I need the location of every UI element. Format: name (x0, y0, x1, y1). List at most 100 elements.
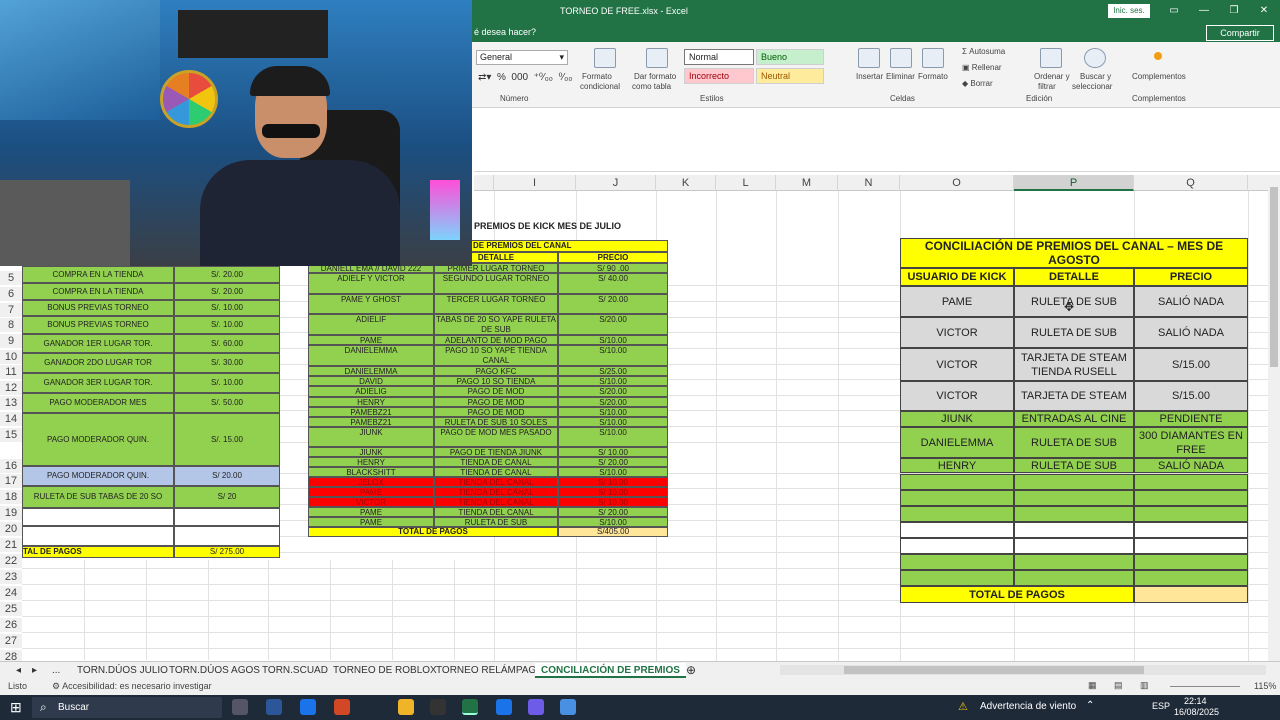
row-header[interactable]: 16 (0, 459, 22, 473)
right-empty-cell[interactable] (1014, 554, 1134, 570)
conditional-format-icon[interactable] (594, 48, 616, 68)
delete-icon[interactable] (890, 48, 912, 68)
right-row-precio[interactable]: S/15.00 (1134, 381, 1248, 411)
row-header[interactable]: 13 (0, 396, 22, 410)
tab-torn-scuad[interactable]: TORN.SCUAD (262, 663, 328, 678)
tab-torneo-relampago[interactable]: TORNEO RELÁMPAGO (436, 663, 544, 678)
column-header[interactable]: K (656, 175, 716, 191)
tab-conciliacion-premios[interactable]: CONCILIACIÓN DE PREMIOS (535, 663, 686, 678)
row-header[interactable]: 22 (0, 554, 22, 568)
vertical-scroll-thumb[interactable] (1270, 187, 1278, 367)
right-row-user[interactable]: JIUNK (900, 411, 1014, 427)
right-empty-cell[interactable] (1134, 490, 1248, 506)
right-empty-cell[interactable] (1014, 474, 1134, 490)
clear-button[interactable]: ◆ Borrar (962, 79, 993, 88)
row-header[interactable]: 19 (0, 506, 22, 520)
row-header[interactable]: 20 (0, 522, 22, 536)
column-header-selected[interactable]: P (1014, 175, 1134, 191)
row-header[interactable]: 10 (0, 350, 22, 364)
right-empty-cell[interactable] (1014, 490, 1134, 506)
right-header-detalle[interactable]: DETALLE (1014, 268, 1134, 286)
right-row-detalle[interactable]: RULETA DE SUB (1014, 427, 1134, 458)
right-empty-cell[interactable] (900, 554, 1014, 570)
tab-torn-duos-agos[interactable]: TORN.DÚOS AGOS (169, 663, 260, 678)
column-header-h[interactable] (474, 175, 494, 191)
format-table-icon[interactable] (646, 48, 668, 68)
chrome-icon[interactable] (300, 699, 316, 715)
right-empty-cell[interactable] (1014, 506, 1134, 522)
right-empty-cell[interactable] (900, 570, 1014, 586)
zoom-slider[interactable] (1170, 686, 1240, 687)
right-total-label[interactable]: TOTAL DE PAGOS (900, 586, 1134, 603)
windows-start-icon[interactable]: ⊞ (10, 699, 22, 716)
style-normal[interactable]: Normal (684, 49, 754, 65)
number-format-select[interactable]: General ▾ (476, 50, 568, 65)
tab-torn-duos-julio[interactable]: TORN.DÚOS JULIO (77, 663, 168, 678)
right-row-user[interactable]: VICTOR (900, 317, 1014, 348)
row-header[interactable]: 18 (0, 490, 22, 504)
row-header[interactable]: 26 (0, 618, 22, 632)
row-header[interactable]: 15 (0, 428, 22, 442)
right-row-detalle[interactable]: RULETA DE SUB (1014, 317, 1134, 348)
excel-icon[interactable] (462, 699, 478, 715)
find-icon[interactable] (1084, 48, 1106, 68)
right-row-user[interactable]: PAME (900, 286, 1014, 317)
right-empty-cell[interactable] (1134, 522, 1248, 538)
right-header-precio[interactable]: PRECIO (1134, 268, 1248, 286)
column-header[interactable]: J (576, 175, 656, 191)
taskbar-search[interactable]: ⌕ Buscar (32, 697, 222, 718)
fill-button[interactable]: ▣ Rellenar (962, 63, 1002, 72)
right-empty-cell[interactable] (1134, 506, 1248, 522)
right-empty-cell[interactable] (1014, 538, 1134, 554)
zoom-level[interactable]: 115% (1254, 681, 1276, 691)
row-header[interactable]: 6 (0, 287, 22, 301)
column-header[interactable]: L (716, 175, 776, 191)
column-header[interactable]: O (900, 175, 1014, 191)
row-header[interactable]: 17 (0, 474, 22, 488)
horizontal-scroll-thumb[interactable] (844, 666, 1144, 674)
row-header[interactable]: 27 (0, 634, 22, 648)
right-row-user[interactable]: VICTOR (900, 348, 1014, 381)
column-header[interactable]: N (838, 175, 900, 191)
normal-view-icon[interactable]: ▦ (1088, 680, 1097, 691)
column-header[interactable]: M (776, 175, 838, 191)
sort-filter-icon[interactable] (1040, 48, 1062, 68)
clock-time[interactable]: 22:14 (1184, 696, 1207, 706)
right-empty-cell[interactable] (1134, 570, 1248, 586)
right-row-user[interactable]: HENRY (900, 458, 1014, 473)
right-row-detalle[interactable]: RULETA DE SUB (1014, 458, 1134, 473)
right-empty-cell[interactable] (900, 506, 1014, 522)
row-header[interactable]: 23 (0, 570, 22, 584)
sign-in-button[interactable]: Inic. ses. (1108, 4, 1150, 18)
style-incorrecto[interactable]: Incorrecto (684, 68, 754, 84)
app-icon[interactable] (528, 699, 544, 715)
tell-me-input[interactable]: é desea hacer? (474, 27, 536, 37)
chrome-2-icon[interactable] (496, 699, 512, 715)
ribbon-display-icon[interactable]: ▭ (1164, 3, 1184, 19)
right-empty-cell[interactable] (1134, 474, 1248, 490)
add-sheet-icon[interactable]: ⊕ (686, 663, 696, 678)
explorer-icon[interactable] (398, 699, 414, 715)
right-empty-cell[interactable] (900, 522, 1014, 538)
accessibility-status[interactable]: ⚙ Accesibilidad: es necesario investigar (52, 681, 212, 692)
tab-next-icon[interactable]: ▸ (32, 663, 37, 678)
right-row-user[interactable]: VICTOR (900, 381, 1014, 411)
page-layout-icon[interactable]: ▤ (1114, 680, 1123, 691)
addins-icon[interactable] (1154, 52, 1162, 60)
column-header[interactable]: Q (1134, 175, 1248, 191)
tray-chevron-icon[interactable]: ⌃ (1086, 700, 1094, 711)
right-empty-cell[interactable] (900, 538, 1014, 554)
right-empty-cell[interactable] (1134, 538, 1248, 554)
row-header[interactable]: 5 (0, 271, 22, 285)
insert-icon[interactable] (858, 48, 880, 68)
right-total-value[interactable] (1134, 586, 1248, 603)
row-header[interactable]: 8 (0, 318, 22, 332)
minimize-icon[interactable]: — (1194, 3, 1214, 19)
tab-prev-icon[interactable]: ◂ (16, 663, 21, 678)
obs-icon[interactable] (430, 699, 446, 715)
powerpoint-icon[interactable] (334, 699, 350, 715)
close-icon[interactable]: ✕ (1254, 3, 1274, 19)
row-header[interactable]: 11 (0, 365, 22, 379)
tab-torneo-roblox[interactable]: TORNEO DE ROBLOX (333, 663, 437, 678)
row-header[interactable]: 14 (0, 412, 22, 426)
